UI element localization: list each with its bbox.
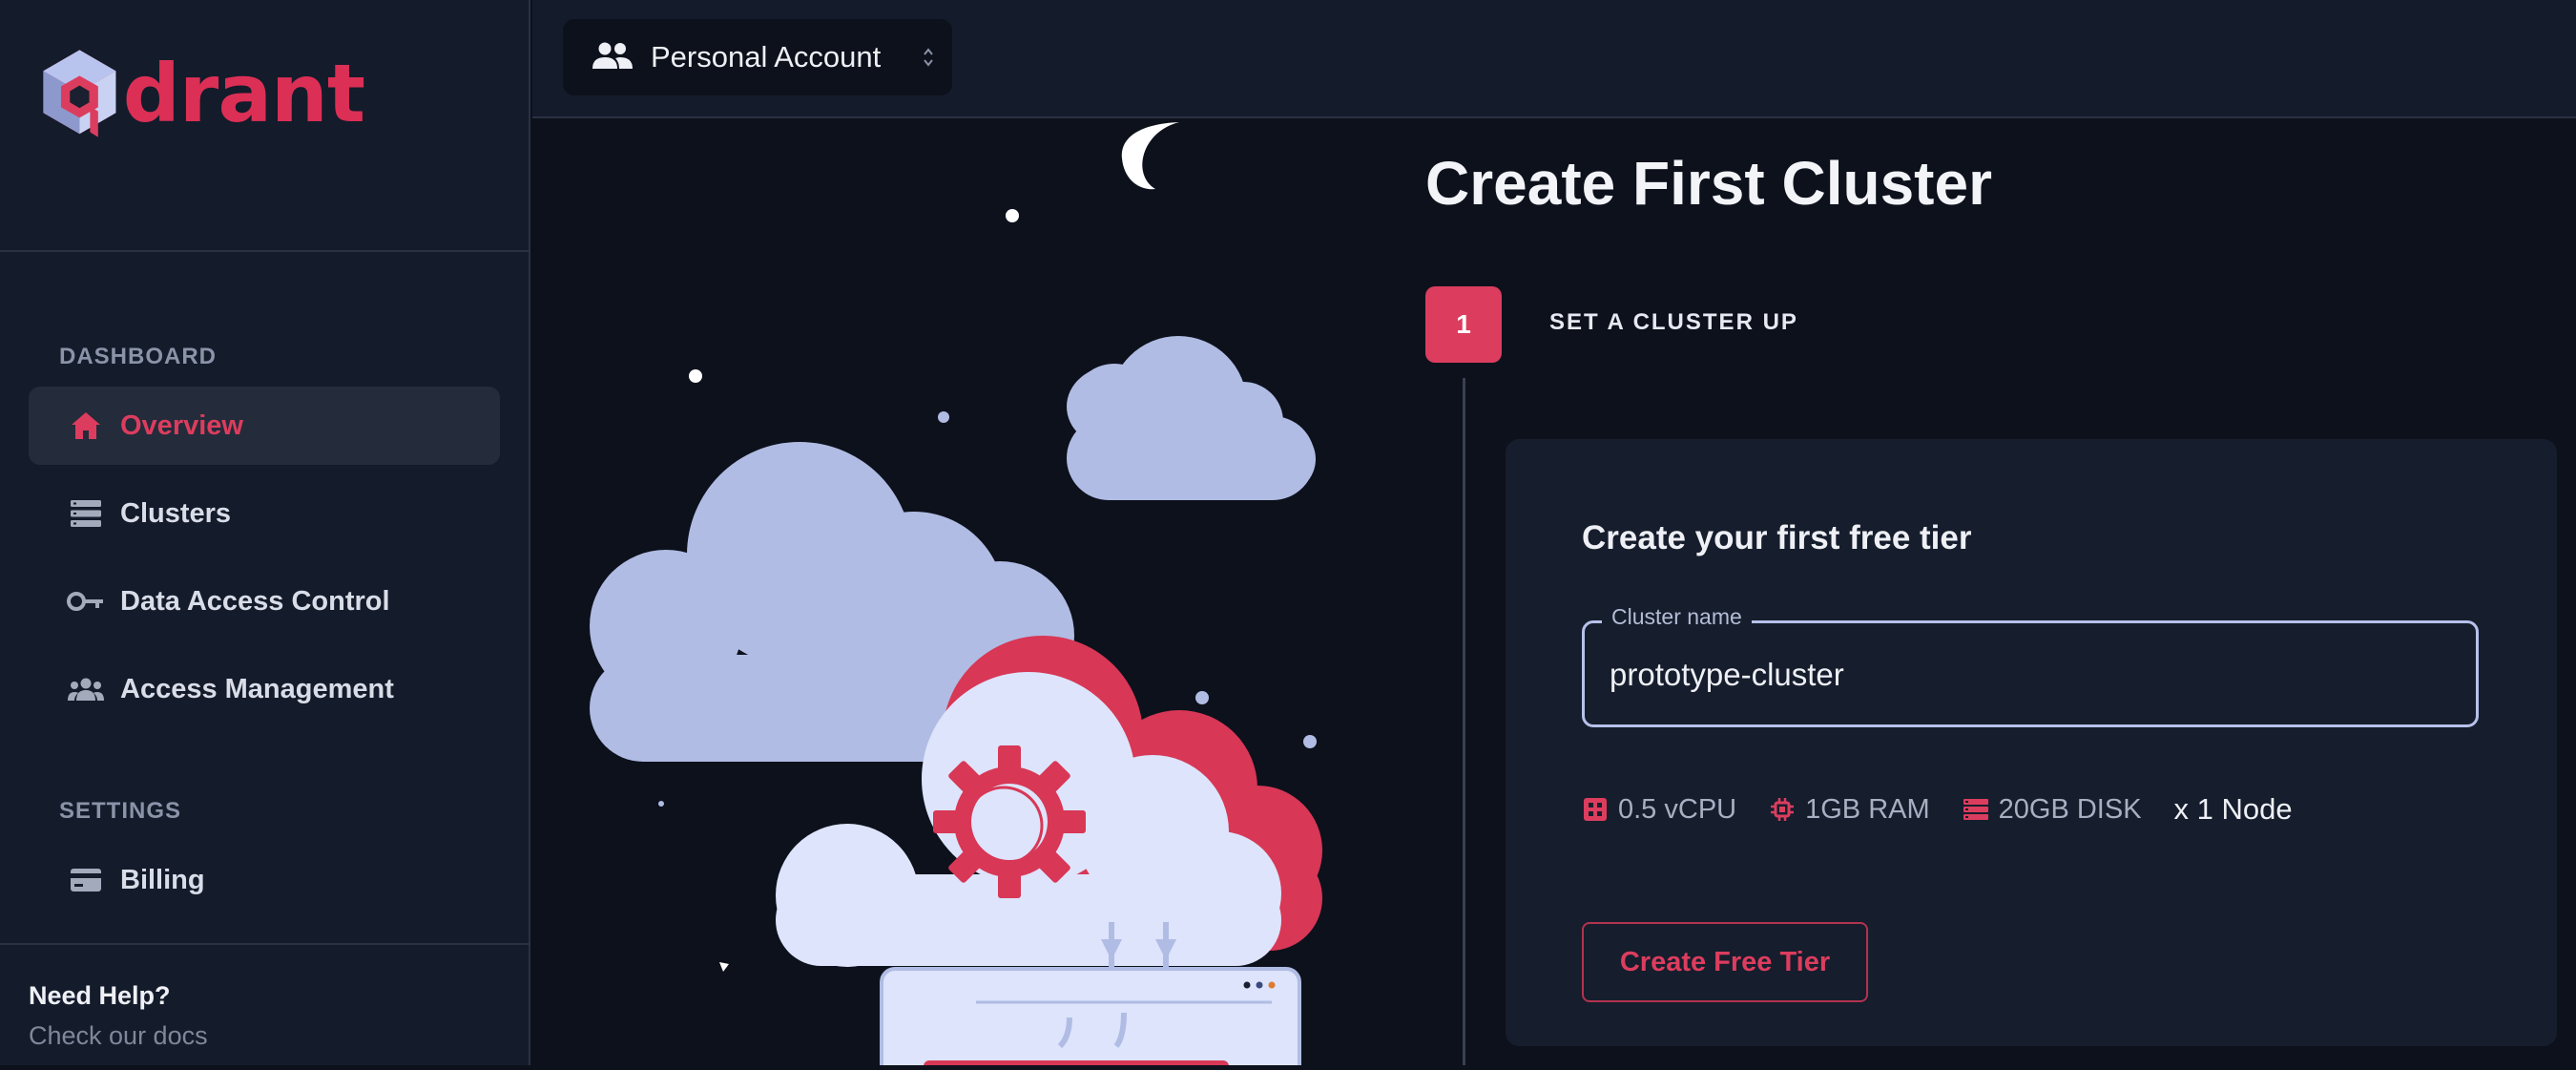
key-icon (67, 582, 105, 620)
gear-icon (933, 745, 1086, 898)
chip-icon (1769, 796, 1796, 823)
credit-card-icon (67, 861, 105, 899)
cluster-name-input[interactable] (1610, 652, 2449, 698)
account-selector[interactable]: Personal Account (563, 19, 952, 95)
cpu-box-icon (1582, 796, 1609, 823)
star (1303, 735, 1317, 748)
free-tier-card: Create your first free tier Cluster name… (1506, 439, 2557, 1046)
brand-wordmark: drant (122, 47, 365, 140)
section-label-settings: SETTINGS (59, 798, 182, 824)
qdrant-logo-icon (43, 50, 116, 137)
people-icon (67, 670, 105, 708)
step-connector-line (1463, 378, 1465, 1065)
create-free-tier-button[interactable]: Create Free Tier (1582, 922, 1868, 1002)
home-icon (67, 407, 105, 445)
cluster-name-label: Cluster name (1602, 604, 1752, 630)
sidebar-item-clusters[interactable]: Clusters (29, 474, 500, 553)
star (689, 369, 702, 383)
star (938, 411, 949, 423)
spec-text: 0.5 vCPU (1618, 793, 1737, 825)
spec-text: 1GB RAM (1805, 793, 1930, 825)
moon-icon (1121, 122, 1179, 190)
section-label-dashboard: DASHBOARD (59, 344, 217, 369)
sidebar-item-label: Clusters (120, 497, 232, 529)
help-title: Need Help? (29, 981, 171, 1010)
qdrant-logo[interactable]: drant (40, 38, 365, 149)
step-label: SET A CLUSTER UP (1549, 309, 1798, 335)
clusters-icon (67, 494, 105, 533)
browser-window (880, 967, 1301, 1070)
small-cloud (1067, 336, 1316, 500)
star (1202, 698, 1204, 700)
node-count: x 1 Node (2173, 792, 2293, 826)
sidebar-item-billing[interactable]: Billing (29, 841, 500, 919)
divider (0, 943, 530, 945)
star (658, 801, 664, 807)
spec-text: 20GB DISK (1998, 793, 2142, 825)
sidebar-item-label: Data Access Control (120, 585, 390, 617)
cluster-name-field: Cluster name (1582, 604, 2479, 727)
star (1006, 209, 1019, 222)
star (1195, 691, 1209, 704)
divider (0, 250, 530, 252)
sidebar-item-label: Access Management (120, 673, 394, 704)
spec-disk: 20GB DISK (1963, 794, 2142, 826)
account-label: Personal Account (651, 40, 882, 73)
sidebar-item-label: Billing (120, 864, 205, 895)
sidebar-item-access-management[interactable]: Access Management (29, 650, 500, 728)
spec-cpu: 0.5 vCPU (1582, 794, 1736, 826)
star (719, 962, 729, 972)
cluster-illustration (532, 120, 1391, 1070)
chevron-updown-icon (922, 44, 935, 75)
cluster-specs: 0.5 vCPU 1GB RAM 20GB DISK x 1 Node (1582, 790, 2293, 829)
spec-ram: 1GB RAM (1769, 794, 1930, 826)
page-title: Create First Cluster (1425, 149, 1992, 218)
docs-link[interactable]: Check our docs (29, 1021, 208, 1051)
step-number-badge: 1 (1425, 286, 1502, 363)
cloud-illustration (590, 122, 1322, 1070)
people-icon (592, 41, 634, 74)
storage-icon (1963, 796, 1989, 823)
sidebar-item-data-access-control[interactable]: Data Access Control (29, 562, 500, 640)
topbar: Personal Account (532, 0, 2576, 118)
sidebar: drant DASHBOARD Overview Clusters Data A… (0, 0, 530, 1065)
sidebar-item-label: Overview (120, 409, 243, 441)
sidebar-item-overview[interactable]: Overview (29, 387, 500, 465)
card-title: Create your first free tier (1582, 519, 1972, 556)
